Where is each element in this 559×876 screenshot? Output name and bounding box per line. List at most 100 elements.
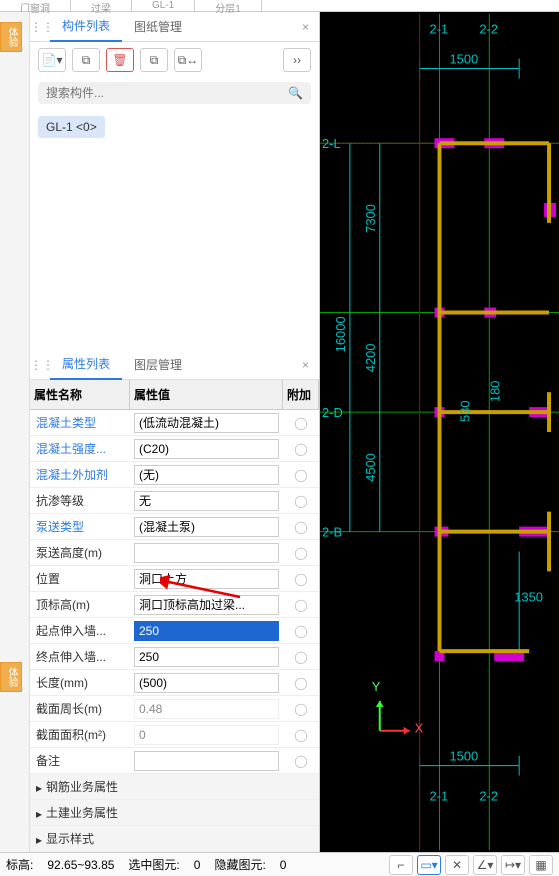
property-value-input[interactable] bbox=[134, 413, 279, 433]
property-name: 位置 bbox=[30, 566, 130, 591]
property-value-cell bbox=[130, 489, 283, 513]
selected-label: 选中图元: bbox=[128, 856, 179, 873]
side-panel: ⋮⋮ 构件列表 图纸管理 × 📄▾ ⧉ 🗑 ⧉ ⧉↔ ›› 🔍 GL-1 <0>… bbox=[30, 12, 320, 852]
snap-offset-button[interactable]: ↦▾ bbox=[501, 855, 525, 875]
delete-button[interactable]: 🗑 bbox=[106, 48, 134, 72]
svg-text:1500: 1500 bbox=[449, 749, 478, 764]
copy-button[interactable]: ⧉ bbox=[72, 48, 100, 72]
selected-value: 0 bbox=[194, 858, 201, 872]
stub-4[interactable]: 分层1 bbox=[195, 0, 262, 11]
badge-experience-1[interactable]: 体验 bbox=[0, 22, 22, 52]
property-value-cell bbox=[130, 515, 283, 539]
header-extra: 附加 bbox=[283, 380, 319, 409]
property-extra-radio[interactable]: ◯ bbox=[283, 494, 319, 508]
group-label: ▸钢筋业务属性 bbox=[30, 774, 319, 799]
component-item[interactable]: GL-1 <0> bbox=[38, 116, 105, 138]
property-name[interactable]: 混凝土类型 bbox=[30, 410, 130, 435]
property-value-cell bbox=[130, 463, 283, 487]
property-extra-radio[interactable]: ◯ bbox=[283, 442, 319, 456]
layer-button[interactable]: ⧉ bbox=[140, 48, 168, 72]
property-row: 混凝土类型 ◯ bbox=[30, 410, 319, 436]
property-row: 抗渗等级◯ bbox=[30, 488, 319, 514]
property-name[interactable]: 混凝土强度... bbox=[30, 436, 130, 461]
svg-text:Y: Y bbox=[372, 679, 381, 694]
property-value-input[interactable] bbox=[134, 439, 279, 459]
property-extra-radio[interactable]: ◯ bbox=[283, 650, 319, 664]
property-extra-radio[interactable]: ◯ bbox=[283, 468, 319, 482]
snap-rect-button[interactable]: ▭▾ bbox=[417, 855, 441, 875]
svg-text:530: 530 bbox=[457, 400, 472, 422]
property-name: 终点伸入墙... bbox=[30, 644, 130, 669]
property-extra-radio[interactable]: ◯ bbox=[283, 702, 319, 716]
property-row: 泵送高度(m)◯ bbox=[30, 540, 319, 566]
snap-angle-button[interactable]: ∠▾ bbox=[473, 855, 497, 875]
property-extra-radio[interactable]: ◯ bbox=[283, 416, 319, 430]
elev-label: 标高: bbox=[6, 856, 33, 873]
search-box[interactable]: 🔍 bbox=[38, 82, 311, 104]
property-name: 截面周长(m) bbox=[30, 696, 130, 721]
property-group[interactable]: ▸显示样式 bbox=[30, 826, 319, 852]
property-extra-radio[interactable]: ◯ bbox=[283, 754, 319, 768]
property-value-input[interactable] bbox=[134, 673, 279, 693]
svg-text:2-2: 2-2 bbox=[479, 22, 498, 37]
property-value-input[interactable] bbox=[134, 751, 279, 771]
close-icon[interactable]: × bbox=[292, 16, 319, 38]
cad-canvas[interactable]: 2-1 2-2 2-1 2-2 1500 1500 1350 2-L 2-D 2… bbox=[320, 12, 559, 852]
property-row: 截面周长(m) ◯ bbox=[30, 696, 319, 722]
property-extra-radio[interactable]: ◯ bbox=[283, 572, 319, 586]
property-value-input[interactable] bbox=[134, 647, 279, 667]
property-name: 起点伸入墙... bbox=[30, 618, 130, 643]
close-icon[interactable]: × bbox=[292, 354, 319, 376]
property-value-input[interactable] bbox=[134, 621, 279, 641]
more-button[interactable]: ›› bbox=[283, 48, 311, 72]
new-button[interactable]: 📄▾ bbox=[38, 48, 66, 72]
property-value-cell bbox=[130, 567, 283, 591]
snap-cross-button[interactable]: ✕ bbox=[445, 855, 469, 875]
property-row: 泵送类型 ◯ bbox=[30, 514, 319, 540]
search-input[interactable] bbox=[46, 86, 288, 100]
property-value-input[interactable] bbox=[134, 595, 279, 615]
property-name: 长度(mm) bbox=[30, 670, 130, 695]
property-value-input[interactable] bbox=[134, 465, 279, 485]
property-extra-radio[interactable]: ◯ bbox=[283, 520, 319, 534]
component-tabbar: ⋮⋮ 构件列表 图纸管理 × bbox=[30, 12, 319, 42]
snap-grid-button[interactable]: ▦ bbox=[529, 855, 553, 875]
snap-end-button[interactable]: ⌐ bbox=[389, 855, 413, 875]
tab-drawing-manage[interactable]: 图纸管理 bbox=[122, 12, 194, 41]
badge-experience-2[interactable]: 体验 bbox=[0, 662, 22, 692]
svg-text:1350: 1350 bbox=[514, 589, 543, 604]
stub-2[interactable]: 过梁 bbox=[71, 0, 132, 11]
property-header: 属性名称 属性值 附加 bbox=[30, 380, 319, 410]
property-name[interactable]: 混凝土外加剂 bbox=[30, 462, 130, 487]
property-group[interactable]: ▸土建业务属性 bbox=[30, 800, 319, 826]
property-extra-radio[interactable]: ◯ bbox=[283, 546, 319, 560]
drag-handle-icon[interactable]: ⋮⋮ bbox=[30, 20, 50, 34]
property-row: 混凝土强度... ◯ bbox=[30, 436, 319, 462]
property-row: 长度(mm) ◯ bbox=[30, 670, 319, 696]
property-value-input[interactable] bbox=[134, 491, 279, 511]
property-value-input[interactable] bbox=[134, 517, 279, 537]
interlayer-button[interactable]: ⧉↔ bbox=[174, 48, 202, 72]
stub-1[interactable]: 门窗洞 bbox=[0, 0, 71, 11]
property-extra-radio[interactable]: ◯ bbox=[283, 624, 319, 638]
cad-drawing: 2-1 2-2 2-1 2-2 1500 1500 1350 2-L 2-D 2… bbox=[320, 12, 559, 852]
property-extra-radio[interactable]: ◯ bbox=[283, 676, 319, 690]
property-row: 备注◯ bbox=[30, 748, 319, 774]
stub-3[interactable]: GL-1 bbox=[132, 0, 195, 11]
property-row: 终点伸入墙... ◯ bbox=[30, 644, 319, 670]
tab-property-list[interactable]: 属性列表 bbox=[50, 349, 122, 380]
tab-layer-manage[interactable]: 图层管理 bbox=[122, 350, 194, 379]
svg-text:2-D: 2-D bbox=[322, 405, 343, 420]
drag-handle-icon[interactable]: ⋮⋮ bbox=[30, 358, 50, 372]
property-value-input[interactable] bbox=[134, 569, 279, 589]
svg-text:2-1: 2-1 bbox=[430, 22, 449, 37]
property-name[interactable]: 泵送类型 bbox=[30, 514, 130, 539]
property-group[interactable]: ▸钢筋业务属性 bbox=[30, 774, 319, 800]
property-value-input[interactable] bbox=[134, 543, 279, 563]
svg-text:1500: 1500 bbox=[449, 52, 478, 67]
property-extra-radio[interactable]: ◯ bbox=[283, 728, 319, 742]
property-value-cell bbox=[130, 411, 283, 435]
property-extra-radio[interactable]: ◯ bbox=[283, 598, 319, 612]
svg-text:7300: 7300 bbox=[363, 204, 378, 233]
tab-component-list[interactable]: 构件列表 bbox=[50, 11, 122, 42]
